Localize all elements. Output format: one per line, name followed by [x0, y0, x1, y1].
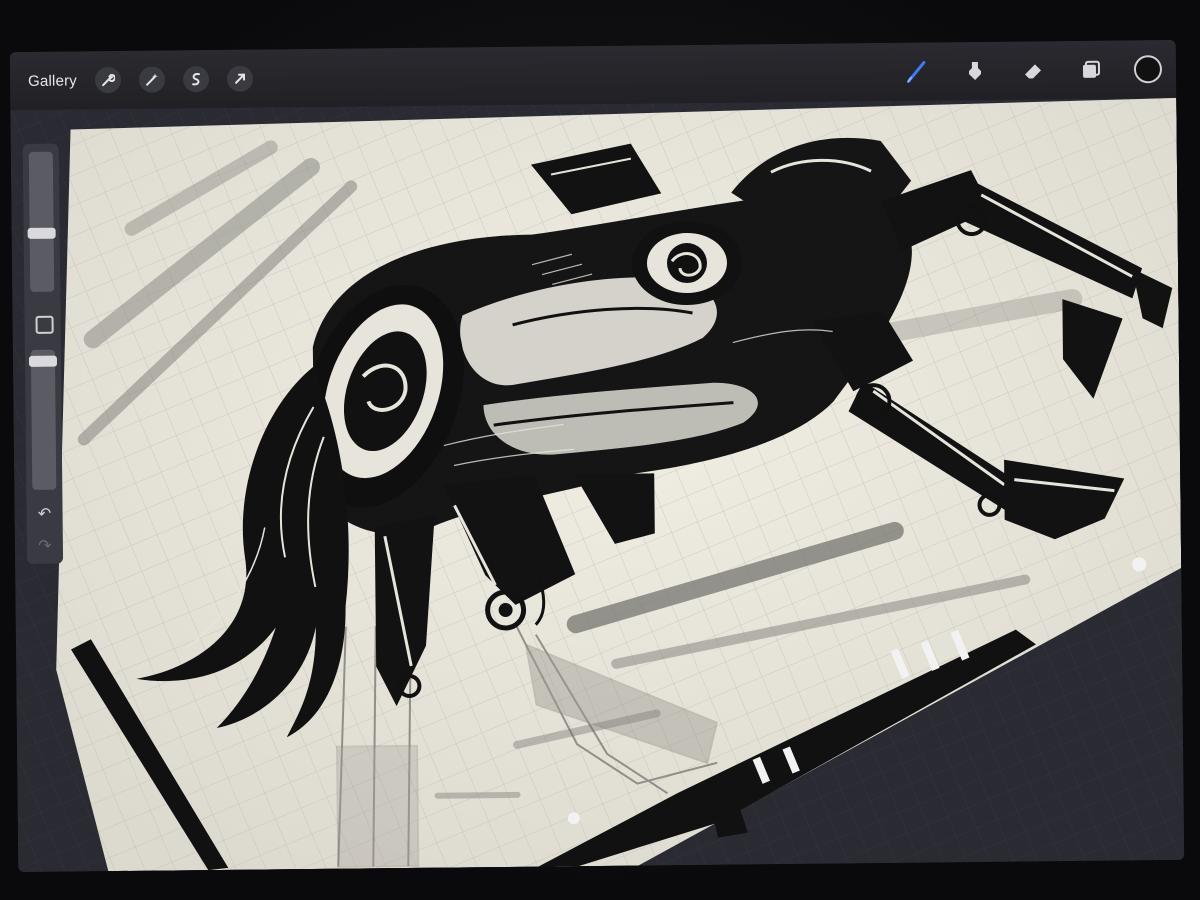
- modify-button[interactable]: [35, 315, 54, 334]
- brush-size-slider[interactable]: [27, 151, 56, 292]
- opacity-handle[interactable]: [28, 355, 58, 367]
- opacity-slider[interactable]: [28, 349, 58, 490]
- selection-icon[interactable]: [182, 66, 210, 93]
- adjustments-magic-wand-icon[interactable]: [138, 66, 166, 93]
- brush-size-handle[interactable]: [27, 227, 56, 239]
- left-sidebar: ↶ ↷: [22, 143, 64, 564]
- drawing-canvas[interactable]: [10, 97, 1185, 873]
- top-toolbar: Gallery: [9, 39, 1177, 111]
- undo-icon[interactable]: ↶: [26, 504, 62, 524]
- transform-arrow-icon[interactable]: [226, 65, 254, 92]
- eraser-icon[interactable]: [1018, 55, 1048, 85]
- gallery-button[interactable]: Gallery: [28, 72, 77, 90]
- actions-wrench-icon[interactable]: [94, 66, 122, 94]
- tablet-screen: Gallery ↶ ↷: [9, 39, 1185, 873]
- layers-icon[interactable]: [1076, 55, 1106, 85]
- photo-of-tablet: Gallery ↶ ↷: [0, 0, 1200, 900]
- color-picker-icon[interactable]: [1133, 55, 1163, 84]
- redo-icon[interactable]: ↷: [27, 536, 63, 556]
- brush-icon[interactable]: [902, 56, 932, 86]
- toolbar-right: [874, 40, 1163, 101]
- artwork-svg: [10, 97, 1185, 873]
- smudge-icon[interactable]: [960, 56, 990, 86]
